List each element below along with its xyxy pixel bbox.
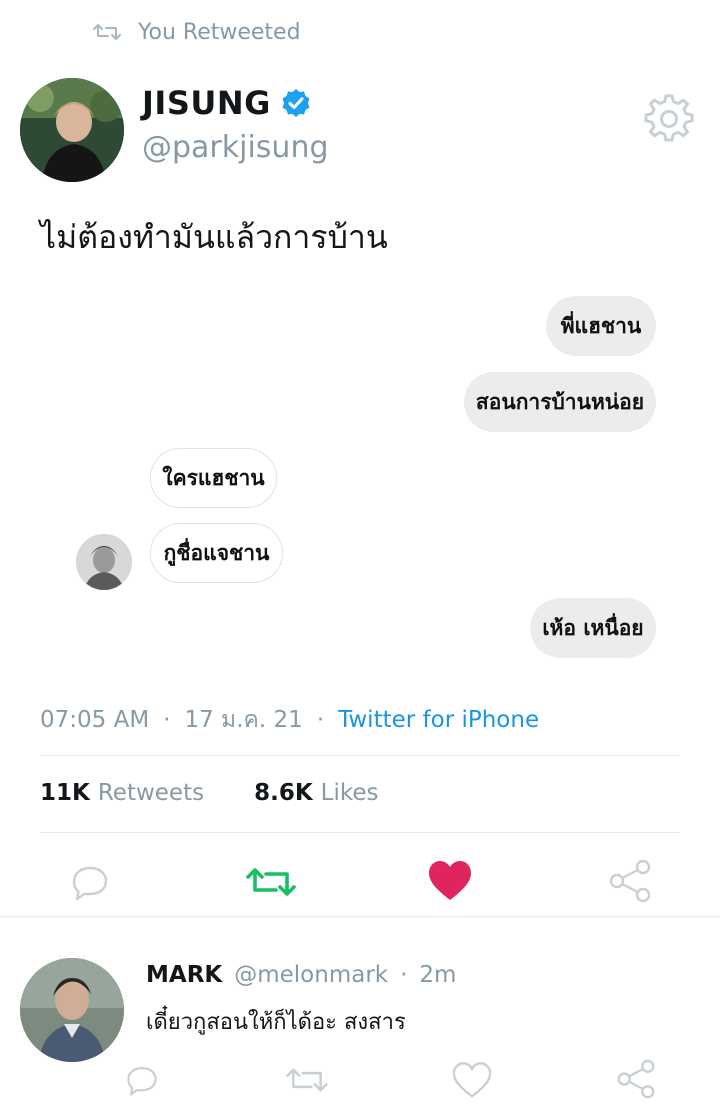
tweet-date: 17 ม.ค. 21 (184, 707, 303, 733)
verified-badge-icon (282, 89, 310, 117)
author-handle[interactable]: @parkjisung (142, 130, 329, 165)
heart-outline-icon (452, 1062, 492, 1098)
reply-separator: · (400, 962, 408, 988)
tweet-stats: 11K Retweets 8.6K Likes (40, 780, 379, 806)
tweet-meta: 07:05 AM · 17 ม.ค. 21 · Twitter for iPho… (40, 702, 539, 738)
tweet-source-link[interactable]: Twitter for iPhone (338, 707, 539, 733)
chat-bubble-sent: สอนการบ้านหน่อย (464, 372, 656, 432)
like-button[interactable] (426, 858, 474, 904)
author-avatar[interactable] (20, 78, 124, 182)
reply-comment-button[interactable] (120, 1062, 164, 1098)
divider (40, 832, 680, 833)
retweet-icon (286, 1068, 328, 1092)
reply-retweet-button[interactable] (282, 1062, 332, 1098)
likes-count[interactable]: 8.6K (254, 780, 313, 806)
chat-bubble-sent: พี่แฮชาน (546, 296, 656, 356)
retweets-label[interactable]: Retweets (98, 780, 204, 806)
reply-like-button[interactable] (450, 1060, 494, 1100)
chat-bubble-sent: เห้อ เหนื่อย (530, 598, 656, 658)
reply-handle[interactable]: @melonmark (234, 962, 388, 988)
chat-avatar (76, 534, 132, 590)
reply-time: 2m (419, 962, 457, 988)
section-divider (0, 916, 720, 917)
divider (40, 755, 680, 756)
retweets-count[interactable]: 11K (40, 780, 90, 806)
retweet-header-label: You Retweeted (138, 19, 301, 45)
gear-icon[interactable] (644, 94, 694, 144)
chat-bubble-received: กูชื่อแจชาน (150, 523, 283, 583)
share-icon (609, 859, 651, 903)
reply-button[interactable] (64, 860, 116, 904)
share-button[interactable] (606, 858, 654, 904)
reply-display-name[interactable]: MARK (146, 962, 222, 988)
chat-bubble-received: ใครแฮชาน (150, 448, 277, 508)
likes-label[interactable]: Likes (321, 780, 379, 806)
comment-icon (127, 1066, 157, 1096)
heart-icon (429, 861, 471, 900)
reply-share-button[interactable] (614, 1058, 658, 1100)
reply-header: MARK @melonmark · 2m (146, 962, 456, 988)
meta-separator: · (163, 707, 171, 733)
meta-separator: · (316, 707, 325, 733)
comment-icon (72, 866, 108, 901)
share-icon (617, 1059, 655, 1099)
author-display-name[interactable]: JISUNG (142, 84, 271, 122)
reply-avatar[interactable] (20, 958, 124, 1062)
author-name-row: JISUNG (142, 84, 311, 122)
retweet-icon (93, 24, 121, 40)
retweet-icon (246, 868, 296, 896)
retweet-button[interactable] (242, 860, 300, 904)
tweet-time: 07:05 AM (40, 707, 150, 733)
reply-text: เดี๋ยวกูสอนให้ก็ได้อะ สงสาร (146, 1010, 406, 1035)
retweet-header: You Retweeted (92, 16, 301, 48)
tweet-text: ไม่ต้องทำมันแล้วการบ้าน (40, 218, 388, 256)
